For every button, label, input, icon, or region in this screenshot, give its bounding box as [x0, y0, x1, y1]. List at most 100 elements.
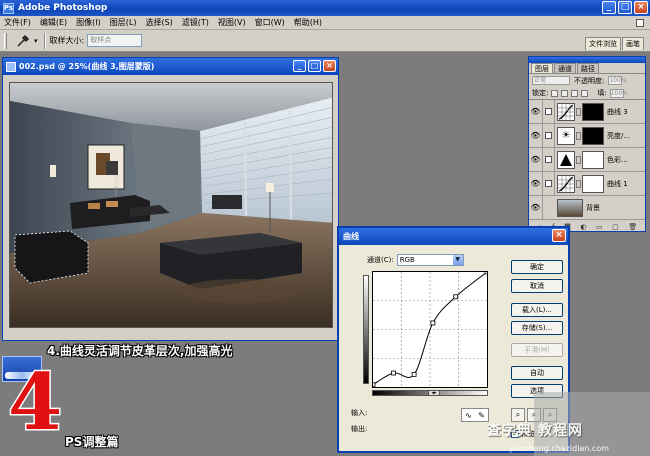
chevron-down-icon[interactable]: ▼	[452, 255, 463, 265]
layer-mask-thumbnail[interactable]	[582, 150, 604, 169]
lock-transparency-icon[interactable]	[551, 89, 559, 97]
layer-row[interactable]: 👁 曲线 1	[529, 171, 645, 196]
eye-icon[interactable]: 👁	[529, 123, 543, 148]
document-title: 002.psd @ 25%(曲线 3,图层蒙版)	[19, 62, 155, 71]
cancel-button[interactable]: 取消	[511, 279, 563, 293]
menu-edit[interactable]: 编辑(E)	[40, 17, 67, 28]
sample-size-select[interactable]: 取样点	[87, 34, 143, 47]
fill-label: 填:	[597, 89, 607, 97]
curve-point[interactable]	[370, 382, 376, 388]
app-title-bar: Ps Adobe Photoshop _ □ ×	[0, 0, 650, 16]
curve-graph[interactable]	[370, 269, 490, 388]
tutorial-caption: 4.曲线灵活调节皮革层次,加强高光	[47, 344, 233, 358]
input-label: 输入:	[351, 409, 368, 417]
output-gradient-bar	[363, 275, 369, 384]
auto-button[interactable]: 自动	[511, 366, 563, 380]
curve-point[interactable]	[484, 269, 490, 275]
step-number: 4	[6, 357, 63, 448]
curve-point[interactable]	[453, 294, 459, 300]
sample-size-label: 取样大小:	[49, 36, 85, 45]
eye-icon[interactable]: 👁	[529, 171, 543, 196]
curve-point[interactable]	[391, 370, 396, 376]
menu-help[interactable]: 帮助(H)	[294, 17, 322, 28]
layer-link-toggle[interactable]	[543, 171, 555, 196]
tab-channels[interactable]: 通道	[554, 63, 576, 73]
living-room-photo	[10, 83, 332, 327]
document-restore-icon[interactable]	[636, 18, 644, 27]
doc-maximize-button[interactable]: □	[308, 60, 321, 72]
layer-link-toggle[interactable]	[543, 99, 555, 124]
doc-minimize-button[interactable]: _	[293, 60, 306, 72]
menu-filter[interactable]: 滤镜(T)	[182, 17, 209, 28]
curve-point[interactable]	[411, 371, 417, 377]
watermark-url: jiaocheng.chazidian.com	[510, 444, 610, 453]
eye-icon[interactable]: 👁	[529, 147, 543, 172]
new-layer-icon[interactable]: ▢	[612, 223, 619, 231]
pencil-icon[interactable]: ✎	[478, 411, 485, 420]
photo-icon	[557, 198, 583, 217]
layer-row[interactable]: 👁 色彩...	[529, 147, 645, 172]
tab-layers[interactable]: 图层	[531, 63, 553, 73]
curve-plot[interactable]	[370, 269, 490, 388]
document-title-bar[interactable]: 002.psd @ 25%(曲线 3,图层蒙版) _ □ ×	[3, 58, 338, 75]
sun-icon: ☀	[557, 126, 575, 145]
new-adjustment-icon[interactable]: ◐	[580, 223, 586, 231]
trash-icon[interactable]: 🗑	[628, 223, 637, 231]
eyedropper-icon[interactable]	[12, 33, 34, 49]
curve-mode-toggle[interactable]: ∿ ✎	[461, 408, 489, 422]
curves-close-button[interactable]: ×	[552, 229, 566, 242]
layer-name: 背景	[586, 203, 600, 212]
layer-name: 亮度/...	[607, 131, 631, 140]
app-title: Adobe Photoshop	[18, 3, 108, 13]
image-canvas[interactable]	[9, 82, 333, 328]
gradient-toggle-icon[interactable]: ◂▸	[428, 390, 440, 396]
ok-button[interactable]: 确定	[511, 260, 563, 274]
output-label: 输出:	[351, 425, 368, 433]
options-grip[interactable]	[4, 32, 7, 49]
menu-layer[interactable]: 图层(L)	[110, 17, 137, 28]
curve-point[interactable]	[430, 320, 436, 326]
channel-select[interactable]: RGB ▼	[396, 254, 464, 266]
load-button[interactable]: 载入(L)...	[511, 303, 563, 317]
layer-link-toggle[interactable]	[543, 147, 555, 172]
menu-image[interactable]: 图像(I)	[76, 17, 101, 28]
layer-mask-thumbnail[interactable]	[582, 126, 604, 145]
lock-image-icon[interactable]	[561, 89, 569, 97]
doc-close-button[interactable]: ×	[323, 60, 336, 72]
layer-mask-thumbnail[interactable]	[582, 102, 604, 121]
eye-icon[interactable]: 👁	[529, 195, 543, 220]
layer-name: 曲线 1	[607, 179, 628, 188]
smooth-button[interactable]: 平滑(M)	[511, 343, 563, 357]
save-button[interactable]: 存储(S)...	[511, 321, 563, 335]
layer-link-toggle[interactable]	[543, 123, 555, 148]
menu-select[interactable]: 选择(S)	[145, 17, 172, 28]
watermark-title: 查字典 教程网	[487, 423, 583, 439]
layer-row[interactable]: 👁 ☀ 亮度/...	[529, 123, 645, 148]
layer-name: 曲线 3	[607, 107, 628, 116]
fill-field[interactable]: 100%	[609, 88, 628, 98]
layer-row[interactable]: 👁 曲线 3	[529, 99, 645, 124]
curves-title-bar[interactable]: 曲线 ×	[339, 228, 568, 245]
lock-all-icon[interactable]	[581, 89, 589, 97]
tab-paths[interactable]: 路径	[577, 63, 599, 73]
close-button[interactable]: ×	[634, 1, 648, 14]
tab-file-browser[interactable]: 文件浏览	[585, 37, 621, 50]
curve-tool-icon[interactable]: ∿	[465, 411, 472, 420]
layer-row[interactable]: 👁 背景	[529, 195, 645, 220]
opacity-field[interactable]: 100%	[608, 76, 627, 85]
lock-position-icon[interactable]	[571, 89, 579, 97]
minimize-button[interactable]: _	[602, 1, 616, 14]
new-group-icon[interactable]: ▭	[596, 223, 603, 231]
channel-value: RGB	[399, 256, 415, 264]
menu-window[interactable]: 窗口(W)	[255, 17, 285, 28]
blend-mode-select[interactable]: 正常	[532, 76, 570, 85]
document-status-bar	[3, 330, 338, 340]
menu-file[interactable]: 文件(F)	[4, 17, 31, 28]
tab-brushes[interactable]: 画笔	[622, 37, 644, 50]
layer-mask-thumbnail[interactable]	[582, 174, 604, 193]
menu-bar: 文件(F) 编辑(E) 图像(I) 图层(L) 选择(S) 滤镜(T) 视图(V…	[0, 16, 650, 30]
eye-icon[interactable]: 👁	[529, 99, 543, 124]
menu-view[interactable]: 视图(V)	[218, 17, 246, 28]
tool-preset-arrow-icon[interactable]: ▾	[34, 37, 38, 45]
maximize-button[interactable]: □	[618, 1, 632, 14]
